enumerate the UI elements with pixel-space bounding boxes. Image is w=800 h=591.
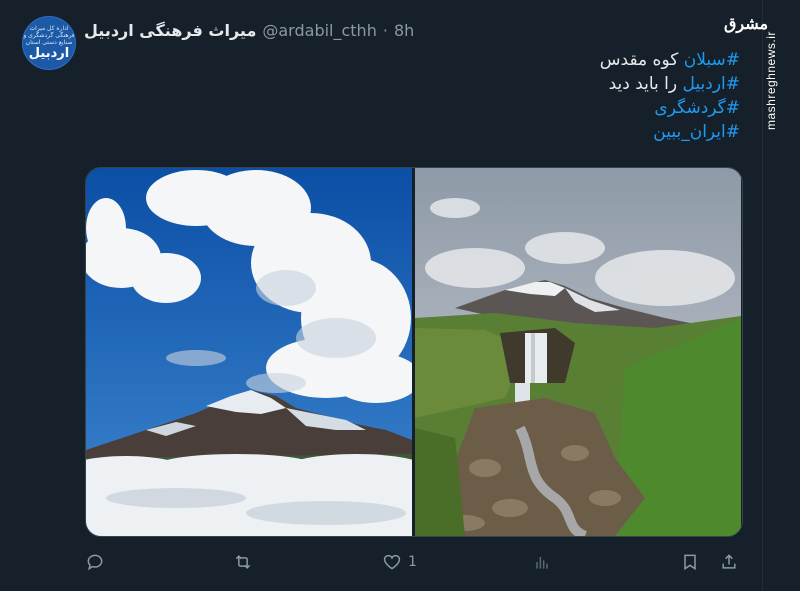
text-line: #اردبیل را باید دید [240,72,740,96]
reply-icon [87,554,103,571]
author-name[interactable]: میراث فرهنگی اردبیل [84,21,256,40]
bookmark-icon [684,554,696,571]
separator-dot: · [382,20,388,40]
text-line: #سبلان کوه مقدس [240,48,740,72]
views-icon [536,557,548,569]
hashtag-link[interactable]: #اردبیل [683,74,740,94]
hashtag-link[interactable]: #ایران_ببین [653,122,740,142]
hashtag-link[interactable]: #گردشگری [654,98,740,118]
text-segment: کوه مقدس [599,50,684,70]
share-icon [722,554,736,569]
text-segment: را باید دید [608,74,683,94]
tweet-text: #سبلان کوه مقدس #اردبیل را باید دید #گرد… [240,48,740,144]
views-button[interactable] [532,552,558,572]
media-grid [85,167,743,537]
share-button[interactable] [719,552,739,572]
text-line: #ایران_ببین [240,120,740,144]
retweet-icon [235,555,251,569]
avatar-logo-text: اردبیل [28,46,70,61]
author-handle[interactable]: @ardabil_cthh [262,21,376,40]
tweet-header: میراث فرهنگی اردبیل @ardabil_cthh · 8h [84,19,414,41]
timestamp[interactable]: 8h [394,21,414,40]
tweet-actions: 1 [85,552,745,576]
avatar[interactable]: اداره کل میراث فرهنگی گردشگری و صنایع دس… [22,16,76,70]
like-icon [383,554,401,570]
mashregh-logo: مشرق [724,14,769,33]
retweet-button[interactable] [233,552,259,572]
photo-mountain-clouds[interactable] [86,168,412,536]
reply-button[interactable] [85,552,111,572]
site-watermark: mashreghnews.ir [764,31,778,130]
avatar-caption: اداره کل میراث فرهنگی گردشگری و صنایع دس… [23,25,75,46]
bookmark-button[interactable] [680,552,700,572]
like-count: 1 [408,554,417,570]
hashtag-link[interactable]: #سبلان [684,50,740,70]
text-line: #گردشگری [240,96,740,120]
tweet[interactable]: اداره کل میراث فرهنگی گردشگری و صنایع دس… [0,0,762,591]
photo-waterfall-mountain[interactable] [415,168,741,536]
like-button[interactable]: 1 [382,552,417,572]
